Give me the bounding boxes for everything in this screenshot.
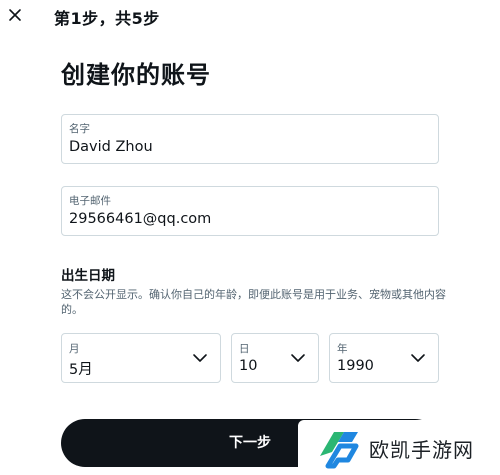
month-select-label: 月 (69, 343, 80, 355)
email-field[interactable]: 电子邮件 29566461@qq.com (61, 186, 439, 236)
year-select-value: 1990 (337, 358, 374, 374)
day-select[interactable]: 日 10 (231, 333, 319, 383)
email-field-value[interactable]: 29566461@qq.com (69, 211, 211, 227)
day-select-label: 日 (239, 343, 250, 355)
okhsy-logo-icon (320, 432, 359, 469)
chevron-down-icon (291, 354, 305, 362)
chevron-down-icon (193, 354, 207, 362)
name-field-value[interactable]: David Zhou (69, 139, 153, 155)
page-title: 创建你的账号 (61, 61, 211, 89)
chevron-down-icon (411, 354, 425, 362)
step-indicator: 第1步，共5步 (54, 9, 160, 28)
month-select-value: 5月 (69, 362, 93, 378)
year-select[interactable]: 年 1990 (329, 333, 439, 383)
top-bar: 第1步，共5步 (0, 0, 500, 36)
day-select-value: 10 (239, 358, 258, 374)
name-field[interactable]: 名字 David Zhou (61, 114, 439, 164)
name-field-label: 名字 (69, 123, 90, 135)
dob-description: 这不会公开显示。确认你自己的年龄，即便此账号是用于业务、宠物或其他内容的。 (61, 288, 446, 316)
year-select-label: 年 (337, 343, 348, 355)
email-field-label: 电子邮件 (69, 195, 111, 207)
watermark: 欧凯手游网 (298, 420, 500, 475)
close-icon (9, 9, 21, 21)
watermark-text: 欧凯手游网 (369, 438, 474, 462)
dob-heading: 出生日期 (61, 268, 115, 284)
month-select[interactable]: 月 5月 (61, 333, 221, 383)
close-button[interactable] (4, 4, 26, 26)
